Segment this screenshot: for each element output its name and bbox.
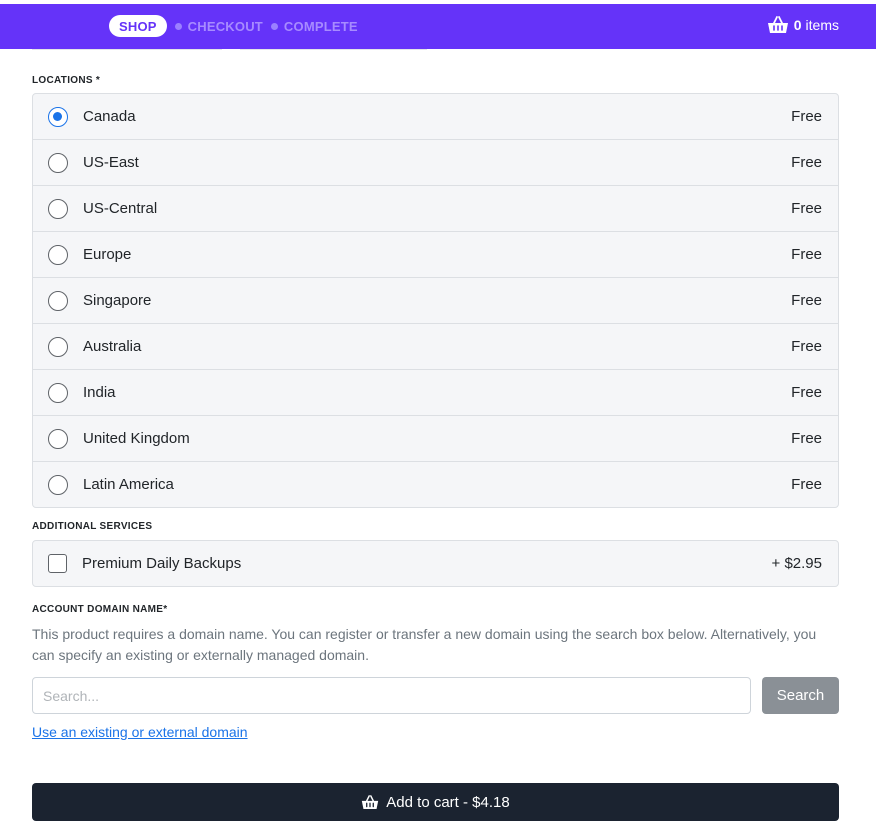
checkbox[interactable]	[48, 554, 67, 573]
external-domain-link[interactable]: Use an existing or external domain	[32, 724, 248, 740]
scrolled-tab-edge	[32, 46, 427, 50]
radio-button[interactable]	[48, 474, 68, 495]
radio-button[interactable]	[48, 244, 68, 265]
service-price: + $2.95	[771, 555, 822, 572]
location-name: India	[83, 384, 116, 401]
location-price: Free	[791, 430, 822, 447]
location-name: Singapore	[83, 292, 152, 309]
location-name: United Kingdom	[83, 430, 190, 447]
location-name: Canada	[83, 108, 136, 125]
location-option[interactable]: Singapore Free	[33, 278, 838, 324]
location-name: US-Central	[83, 200, 158, 217]
domain-search-input[interactable]	[32, 677, 751, 714]
radio-button[interactable]	[48, 382, 68, 403]
location-option[interactable]: US-East Free	[33, 140, 838, 186]
location-price: Free	[791, 108, 822, 125]
location-option[interactable]: United Kingdom Free	[33, 416, 838, 462]
location-price: Free	[791, 200, 822, 217]
location-name: Latin America	[83, 476, 174, 493]
location-price: Free	[791, 246, 822, 263]
radio-button[interactable]	[48, 290, 68, 311]
service-name: Premium Daily Backups	[82, 555, 242, 572]
radio-button[interactable]	[48, 336, 68, 357]
service-option-backups[interactable]: Premium Daily Backups + $2.95	[32, 540, 839, 587]
location-option[interactable]: Europe Free	[33, 232, 838, 278]
location-option[interactable]: Latin America Free	[33, 462, 838, 507]
radio-button[interactable]	[48, 198, 68, 219]
checkout-steps: SHOP CHECKOUT COMPLETE	[109, 15, 358, 37]
basket-icon	[362, 794, 379, 809]
cart-count: 0	[793, 17, 802, 33]
step-shop[interactable]: SHOP	[109, 15, 167, 37]
add-to-cart-button[interactable]: Add to cart - $4.18	[32, 783, 839, 821]
location-name: Europe	[83, 246, 132, 263]
locations-radio-group: Canada Free US-East Free US-Central Free…	[32, 93, 839, 508]
basket-icon	[767, 16, 788, 33]
step-checkout: CHECKOUT	[187, 18, 263, 34]
radio-button[interactable]	[48, 152, 68, 173]
domain-name-label: ACCOUNT DOMAIN NAME*	[32, 604, 168, 615]
locations-label: LOCATIONS *	[32, 75, 101, 86]
top-navigation-bar: SHOP CHECKOUT COMPLETE 0 items	[0, 4, 876, 49]
domain-search-button[interactable]: Search	[762, 677, 839, 714]
add-to-cart-label: Add to cart - $4.18	[386, 793, 510, 811]
location-price: Free	[791, 154, 822, 171]
step-complete: COMPLETE	[283, 18, 358, 34]
location-option[interactable]: US-Central Free	[33, 186, 838, 232]
radio-button-checked[interactable]	[48, 106, 68, 127]
location-price: Free	[791, 384, 822, 401]
location-name: Australia	[83, 338, 142, 355]
domain-description: This product requires a domain name. You…	[32, 626, 817, 663]
location-price: Free	[791, 338, 822, 355]
location-name: US-East	[83, 154, 139, 171]
location-price: Free	[791, 476, 822, 493]
location-option[interactable]: Australia Free	[33, 324, 838, 370]
cart-items-label: items	[805, 17, 839, 33]
location-price: Free	[791, 292, 822, 309]
location-option[interactable]: India Free	[33, 370, 838, 416]
additional-services-label: ADDITIONAL SERVICES	[32, 521, 153, 532]
cart-summary[interactable]: 0 items	[767, 16, 839, 34]
step-separator-dot	[174, 22, 182, 30]
radio-button[interactable]	[48, 428, 68, 449]
step-separator-dot	[270, 22, 278, 30]
location-option[interactable]: Canada Free	[33, 94, 838, 140]
